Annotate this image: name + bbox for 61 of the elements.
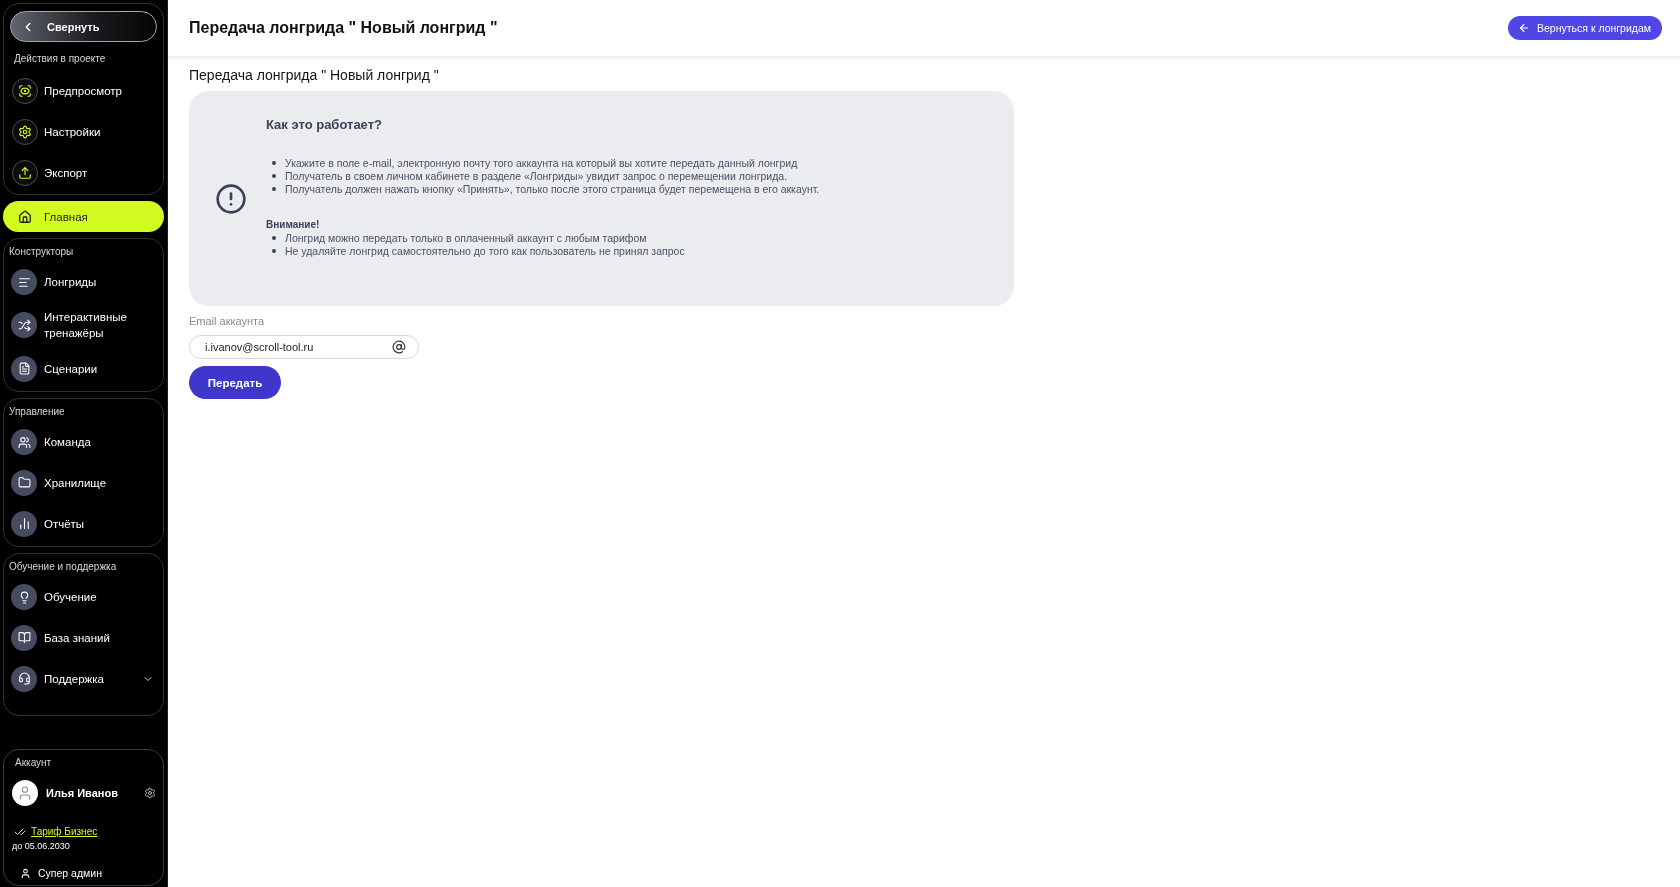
submit-button[interactable]: Передать	[189, 366, 281, 399]
document-icon	[11, 355, 37, 382]
info-heading: Как это работает?	[266, 116, 382, 134]
project-action[interactable]: Предпросмотр	[10, 70, 157, 111]
bullet-icon	[272, 173, 276, 178]
arrow-left-icon	[1518, 22, 1530, 34]
project-action[interactable]: Настройки	[10, 111, 157, 152]
back-button[interactable]: Вернуться к лонгридам	[1508, 16, 1662, 40]
section-title: Обучение и поддержка	[8, 560, 118, 574]
double-check-icon	[14, 826, 26, 838]
section-title: Действия в проекте	[13, 52, 107, 66]
shuffle-icon	[11, 312, 37, 338]
section-title: Конструкторы	[8, 245, 75, 259]
role-label: Супер админ	[38, 866, 102, 880]
list-item-text: Лонгрид можно передать только в оплаченный аккаунт с любым тарифом	[285, 231, 647, 244]
sidebar-item[interactable]: Лонгриды	[6, 262, 161, 302]
section-title: Аккаунт	[14, 756, 53, 770]
field-label: Email аккаунта	[189, 314, 265, 328]
gear-icon	[12, 118, 38, 145]
list-item-text: Не удаляйте лонгрид самостоятельно до того как пользователь не принял запрос	[285, 244, 685, 257]
list-item-text: Получатель должен нажать кнопку «Принять», только после этого страница будет перемещена в его аккаунт.	[285, 182, 820, 195]
folder-icon	[11, 469, 37, 496]
home-icon	[18, 209, 32, 224]
email-field[interactable]: i.ivanov@scroll-tool.ru	[189, 335, 419, 359]
section-title: Управление	[8, 405, 66, 419]
bullet-icon	[272, 235, 276, 240]
sidebar-item[interactable]: Отчёты	[6, 503, 161, 544]
list-item-text: Укажите в поле e-mail, электронную почту того аккаунта на который вы хотите передать данный лонгрид	[285, 156, 798, 169]
page-title: Передача лонгрида " Новый лонгрид "	[189, 19, 498, 37]
lightbulb-icon	[11, 584, 37, 610]
bullet-icon	[272, 160, 276, 165]
sidebar-item[interactable]: Поддержка	[6, 658, 161, 699]
eye-icon	[12, 77, 38, 104]
project-action[interactable]: Экспорт	[10, 152, 157, 193]
avatar-icon	[12, 780, 38, 806]
list-item-text: Получатель в своем личном кабинете в разделе «Лонгриды» увидит запрос о перемещении лонгрида.	[285, 169, 788, 182]
headset-icon	[11, 665, 37, 692]
bar-chart-icon	[11, 510, 37, 537]
sidebar-item[interactable]: Команда	[6, 422, 161, 462]
sidebar-item[interactable]: Интерактивные тренажёры	[6, 302, 161, 348]
sidebar-item[interactable]: Обучение	[6, 577, 161, 617]
settings-icon[interactable]	[144, 787, 156, 799]
book-icon	[11, 624, 37, 651]
bullet-icon	[272, 248, 276, 253]
text-lines-icon	[11, 269, 37, 295]
sidebar-item[interactable]: База знаний	[6, 617, 161, 658]
alert-icon	[215, 182, 247, 215]
section-heading: Передача лонгрида " Новый лонгрид "	[189, 66, 439, 85]
sidebar-item[interactable]: Хранилище	[6, 462, 161, 503]
sidebar-item[interactable]: Сценарии	[6, 348, 161, 389]
at-sign-icon	[392, 340, 406, 354]
user-name: Илья Иванов	[46, 787, 119, 799]
upload-icon	[12, 159, 38, 186]
sidebar-item[interactable]: Главная	[3, 201, 164, 232]
person-icon	[20, 867, 31, 879]
plan-expiry: до 05.06.2030	[11, 840, 71, 853]
collapse-button[interactable]: Свернуть	[10, 11, 157, 42]
warning-title: Внимание!	[266, 218, 320, 231]
people-icon	[11, 429, 37, 455]
bullet-icon	[272, 186, 276, 191]
plan-link[interactable]: Тариф Бизнес	[31, 825, 98, 839]
